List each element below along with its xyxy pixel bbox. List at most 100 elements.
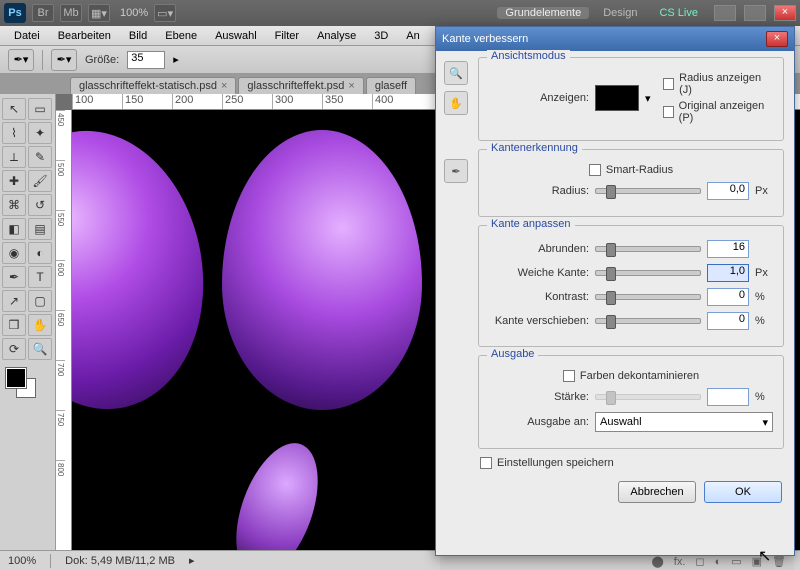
toolbox: ↖▭ ⌇✦ ⟂✎ ✚🖌 ⌘↺ ◧▤ ◉◐ ✒T ↗▢ ❒✋ ⟳🔍 <box>0 94 56 550</box>
zoom-tool-icon[interactable]: 🔍 <box>28 338 52 360</box>
history-brush-icon[interactable]: ↺ <box>28 194 52 216</box>
smooth-slider[interactable] <box>595 246 701 252</box>
contrast-slider[interactable] <box>595 294 701 300</box>
menu-datei[interactable]: Datei <box>6 28 48 44</box>
menu-filter[interactable]: Filter <box>267 28 307 44</box>
crop-tool-icon[interactable]: ⟂ <box>2 146 26 168</box>
tab-doc-2[interactable]: glasschrifteffekt.psd× <box>238 77 363 94</box>
color-swatches[interactable] <box>2 368 53 398</box>
delete-layer-icon[interactable]: 🗑 <box>772 555 786 568</box>
3d-tool-icon[interactable]: ❒ <box>2 314 26 336</box>
menu-ansicht[interactable]: An <box>398 28 427 44</box>
shift-label: Kante verschieben: <box>489 315 589 327</box>
refine-brush-icon[interactable]: ✒ <box>444 159 468 183</box>
current-tool-icon[interactable]: ✒▾ <box>8 49 34 71</box>
layer-group-icon[interactable]: ▭ <box>731 555 741 568</box>
show-original-checkbox[interactable]: Original anzeigen (P) <box>663 100 773 124</box>
tab-doc-1[interactable]: glasschrifteffekt-statisch.psd× <box>70 77 236 94</box>
group-title: Ansichtsmodus <box>487 50 570 62</box>
feather-label: Weiche Kante: <box>489 267 589 279</box>
adjustment-layer-icon[interactable]: ◐ <box>715 556 722 568</box>
path-select-icon[interactable]: ↗ <box>2 290 26 312</box>
amount-slider <box>595 394 701 400</box>
wand-tool-icon[interactable]: ✦ <box>28 122 52 144</box>
artwork-shape <box>72 114 225 426</box>
radius-input[interactable]: 0,0 <box>707 182 749 200</box>
contrast-input[interactable]: 0 <box>707 288 749 306</box>
tab-doc-3[interactable]: glaseff <box>366 77 416 94</box>
bridge-icon[interactable]: Br <box>32 4 54 22</box>
dialog-title: Kante verbessern <box>442 33 528 45</box>
minimize-button[interactable] <box>714 5 736 21</box>
remember-settings-checkbox[interactable]: Einstellungen speichern <box>480 457 784 469</box>
maximize-button[interactable] <box>744 5 766 21</box>
refine-edge-dialog: Kante verbessern × 🔍 ✋ ✒ Ansichtsmodus A… <box>435 26 795 556</box>
zoom-icon[interactable]: 🔍 <box>444 61 468 85</box>
eraser-tool-icon[interactable]: ◧ <box>2 218 26 240</box>
status-arrow-icon[interactable]: ▸ <box>189 554 195 567</box>
workspace-active[interactable]: Grundelemente <box>497 7 589 19</box>
size-stepper-icon[interactable]: ▸ <box>173 53 179 66</box>
tab-close-icon[interactable]: × <box>221 80 227 92</box>
app-titlebar: Ps Br Mb ▦▾ 100% ▭▾ Grundelemente Design… <box>0 0 800 26</box>
marquee-tool-icon[interactable]: ▭ <box>28 98 52 120</box>
show-radius-checkbox[interactable]: Radius anzeigen (J) <box>663 72 773 96</box>
eyedropper-tool-icon[interactable]: ✎ <box>28 146 52 168</box>
decontaminate-checkbox[interactable]: Farben dekontaminieren <box>563 370 699 382</box>
hand-tool-icon[interactable]: ✋ <box>28 314 52 336</box>
close-button[interactable]: × <box>774 5 796 21</box>
view-extras-icon[interactable]: ▦▾ <box>88 4 110 22</box>
view-preview-button[interactable] <box>595 85 639 111</box>
radius-slider[interactable] <box>595 188 701 194</box>
link-layers-icon[interactable]: ⬤ <box>651 555 663 568</box>
shift-slider[interactable] <box>595 318 701 324</box>
move-tool-icon[interactable]: ↖ <box>2 98 26 120</box>
feather-input[interactable]: 1,0 <box>707 264 749 282</box>
minibridge-icon[interactable]: Mb <box>60 4 82 22</box>
type-tool-icon[interactable]: T <box>28 266 52 288</box>
heal-tool-icon[interactable]: ✚ <box>2 170 26 192</box>
hand-icon[interactable]: ✋ <box>444 91 468 115</box>
dropdown-arrow-icon[interactable]: ▾ <box>645 92 651 105</box>
amount-label: Stärke: <box>489 391 589 403</box>
size-input[interactable]: 35 <box>127 51 165 69</box>
layer-fx-icon[interactable]: fx. <box>674 556 686 568</box>
layer-mask-icon[interactable]: ◻ <box>695 555 704 568</box>
shift-input[interactable]: 0 <box>707 312 749 330</box>
status-zoom[interactable]: 100% <box>8 555 36 567</box>
output-to-select[interactable]: Auswahl▾ <box>595 412 773 432</box>
feather-slider[interactable] <box>595 270 701 276</box>
lasso-tool-icon[interactable]: ⌇ <box>2 122 26 144</box>
gradient-tool-icon[interactable]: ▤ <box>28 218 52 240</box>
group-output: Ausgabe Farben dekontaminieren Stärke:% … <box>478 355 784 449</box>
cancel-button[interactable]: Abbrechen <box>618 481 696 503</box>
group-viewmode: Ansichtsmodus Anzeigen: ▾ Radius anzeige… <box>478 57 784 141</box>
ok-button[interactable]: OK <box>704 481 782 503</box>
menu-ebene[interactable]: Ebene <box>157 28 205 44</box>
dialog-close-button[interactable]: × <box>766 31 788 47</box>
menu-bearbeiten[interactable]: Bearbeiten <box>50 28 119 44</box>
menu-3d[interactable]: 3D <box>366 28 396 44</box>
screen-mode-icon[interactable]: ▭▾ <box>154 4 176 22</box>
mouse-cursor-icon: ↖ <box>758 546 771 566</box>
dodge-tool-icon[interactable]: ◐ <box>28 242 52 264</box>
show-label: Anzeigen: <box>489 92 589 104</box>
brush-tool-icon[interactable]: 🖌 <box>28 170 52 192</box>
rotate-view-icon[interactable]: ⟳ <box>2 338 26 360</box>
zoom-level[interactable]: 100% <box>120 7 148 19</box>
menu-auswahl[interactable]: Auswahl <box>207 28 265 44</box>
dialog-titlebar[interactable]: Kante verbessern × <box>436 27 794 51</box>
stamp-tool-icon[interactable]: ⌘ <box>2 194 26 216</box>
shape-tool-icon[interactable]: ▢ <box>28 290 52 312</box>
smart-radius-checkbox[interactable]: Smart-Radius <box>589 164 673 176</box>
tab-close-icon[interactable]: × <box>348 80 354 92</box>
smooth-input[interactable]: 16 <box>707 240 749 258</box>
blur-tool-icon[interactable]: ◉ <box>2 242 26 264</box>
workspace-design[interactable]: Design <box>595 7 645 19</box>
pen-tool-icon[interactable]: ✒ <box>2 266 26 288</box>
size-label: Größe: <box>85 54 119 66</box>
cs-live[interactable]: CS Live <box>651 7 706 19</box>
brush-preset-icon[interactable]: ✒▾ <box>51 49 77 71</box>
menu-bild[interactable]: Bild <box>121 28 155 44</box>
menu-analyse[interactable]: Analyse <box>309 28 364 44</box>
